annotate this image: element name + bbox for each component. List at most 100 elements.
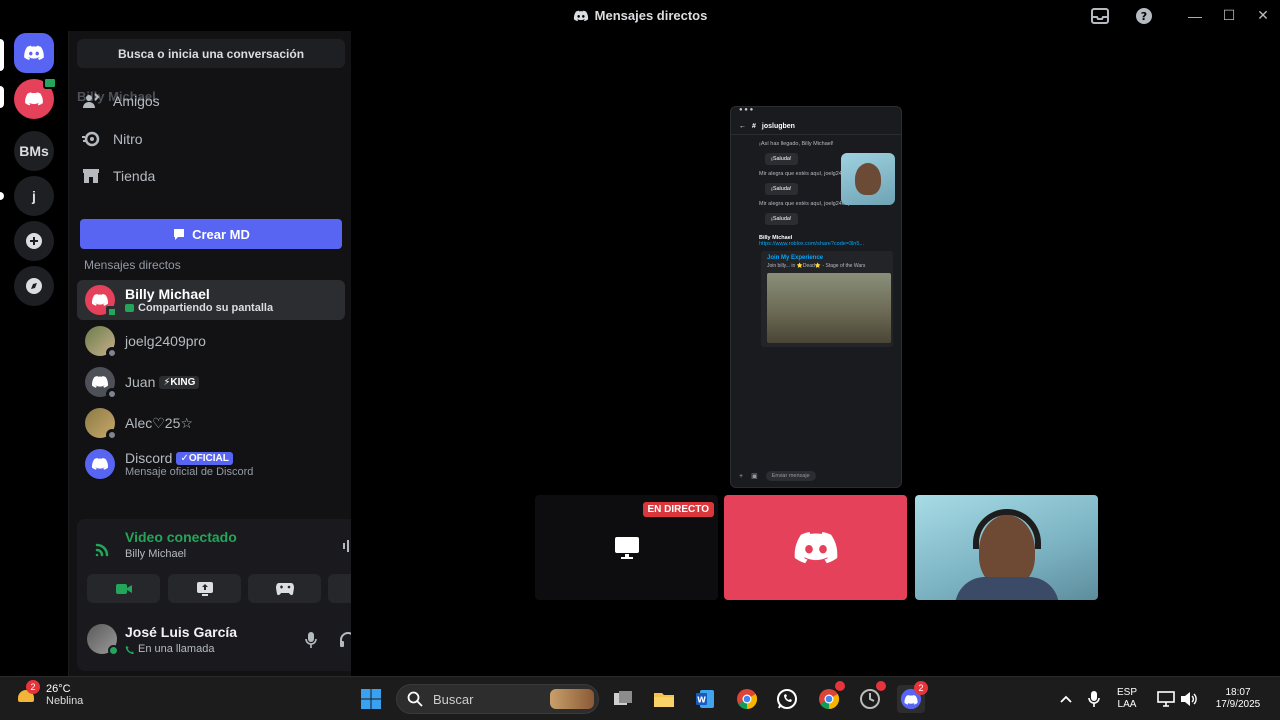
create-dm-button[interactable]: Crear MD (80, 219, 342, 249)
phone-greet-button: ¡Saluda! (765, 213, 798, 225)
svg-text:W: W (697, 696, 706, 705)
dm-name: joelg2409pro (125, 333, 206, 349)
weather-badge: 2 (26, 680, 40, 694)
svg-text:?: ? (1141, 10, 1147, 23)
screen-icon (125, 304, 134, 312)
phone-embed-image (767, 273, 891, 343)
windows-icon (361, 689, 381, 709)
discord-icon (573, 10, 588, 21)
word-button[interactable]: W (691, 685, 719, 713)
server-tag-badge: ⚡KING (159, 375, 200, 389)
live-badge: EN DIRECTO (642, 502, 714, 517)
screenshare-phone-view[interactable]: ● ● ● ← # joslugben ¡Así has llegado, Bill… (730, 106, 902, 488)
search-input[interactable]: Busca o inicia una conversación (77, 39, 345, 68)
phone-message: ¡Así has llegado, Billy Michael! (759, 141, 834, 147)
phone-icon (125, 645, 134, 654)
help-icon[interactable]: ? (1134, 6, 1154, 26)
status-offline-icon (106, 388, 118, 400)
server-j[interactable]: j (14, 176, 54, 216)
status-offline-icon (106, 347, 118, 359)
camera-button[interactable] (87, 574, 160, 603)
plus-icon (26, 233, 42, 249)
chat-plus-icon (174, 229, 185, 240)
clock[interactable]: 18:07 17/9/2025 (1208, 687, 1268, 711)
voice-status[interactable]: Video conectado (125, 529, 237, 545)
official-badge: ✓OFICIAL (176, 451, 233, 465)
activities-button[interactable] (248, 574, 321, 603)
language-indicator[interactable]: ESP LAA (1117, 687, 1137, 711)
task-view-icon (614, 691, 632, 705)
compass-icon (26, 278, 42, 294)
discord-icon (25, 92, 43, 106)
nav-shop[interactable]: Tienda (81, 159, 341, 193)
headset-icon (973, 509, 1041, 549)
chrome-button[interactable] (733, 685, 761, 713)
tray-mic-button[interactable] (1080, 685, 1108, 713)
dm-item-juan[interactable]: Juan ⚡KING (77, 362, 345, 402)
dm-avatar-billy[interactable] (14, 77, 57, 119)
user-name[interactable]: José Luis García (125, 624, 237, 640)
nav-nitro[interactable]: Nitro (81, 122, 341, 156)
user-status: En una llamada (138, 643, 215, 655)
nav-friends[interactable]: Amigos (81, 84, 341, 118)
status-offline-icon (106, 429, 118, 441)
dm-item-billy-michael[interactable]: Billy Michael Compartiendo su pantalla (77, 280, 345, 320)
chrome-profile-button[interactable] (815, 681, 845, 713)
gamepad-icon: ▣ (751, 473, 758, 480)
add-server-button[interactable] (14, 221, 54, 261)
close-button[interactable]: ✕ (1246, 0, 1280, 31)
minimize-button[interactable]: — (1178, 0, 1212, 31)
tray-overflow-button[interactable] (1052, 685, 1080, 713)
whatsapp-icon (777, 689, 797, 709)
discord-taskbar-button[interactable]: 2 (897, 681, 928, 713)
nav-nitro-label: Nitro (113, 131, 143, 147)
weather-widget[interactable]: 2 26°C Neblina (16, 680, 84, 707)
notification-dot (835, 681, 845, 691)
whatsapp-button[interactable] (773, 685, 801, 713)
speaker-icon (1181, 692, 1197, 706)
stream-tile-billy-avatar[interactable] (724, 495, 907, 600)
selected-pill (0, 39, 4, 71)
avatar (85, 408, 118, 441)
taskbar-search[interactable]: Buscar (396, 684, 599, 714)
nav-friends-label: Amigos (113, 93, 160, 109)
nitro-icon (81, 129, 101, 149)
user-avatar[interactable] (87, 624, 119, 656)
create-dm-label: Crear MD (192, 226, 250, 242)
volume-button[interactable] (1175, 685, 1203, 713)
dm-name-row: Juan ⚡KING (125, 374, 200, 390)
stream-tile-screenshare[interactable]: EN DIRECTO (535, 495, 718, 600)
monitor-icon (614, 536, 639, 559)
explore-button[interactable] (14, 266, 54, 306)
unread-pill (0, 86, 4, 108)
discord-badge: 2 (914, 681, 928, 695)
screenshare-button[interactable] (168, 574, 241, 603)
task-view-button[interactable] (609, 685, 637, 713)
file-explorer-button[interactable] (650, 685, 678, 713)
server-bms[interactable]: BMs (14, 131, 54, 171)
dm-item-discord[interactable]: Discord ✓OFICIAL Mensaje oficial de Disco… (77, 444, 345, 484)
weather-temp: 26°C (46, 683, 71, 695)
start-button[interactable] (357, 685, 385, 713)
maximize-button[interactable]: ☐ (1212, 0, 1246, 31)
title-bar: Mensajes directos ? — ☐ ✕ (0, 0, 1280, 31)
phone-link: https://www.roblox.com/share?code=3ln5..… (759, 241, 865, 247)
weather-desc: Neblina (46, 695, 84, 707)
hash-icon: # (752, 123, 756, 130)
folder-icon (654, 693, 674, 707)
server-j-label: j (32, 188, 36, 204)
avatar (85, 449, 115, 479)
voice-channel[interactable]: Billy Michael (125, 548, 186, 560)
dm-sidebar: Busca o inicia una conversación Billy Mi… (68, 31, 413, 676)
mute-button[interactable] (300, 629, 322, 651)
dm-item-alec[interactable]: Alec♡25☆ (77, 403, 345, 443)
dm-name: Billy Michael (125, 286, 210, 302)
dm-item-joelg2409pro[interactable]: joelg2409pro (77, 321, 345, 361)
inbox-icon[interactable] (1090, 6, 1110, 26)
dm-name: Alec♡25☆ (125, 414, 193, 431)
stream-tile-camera[interactable] (915, 495, 1098, 600)
window-title: Mensajes directos (573, 8, 707, 24)
home-button[interactable] (14, 33, 54, 73)
app-button[interactable] (856, 681, 886, 713)
signal-icon[interactable] (95, 539, 113, 557)
